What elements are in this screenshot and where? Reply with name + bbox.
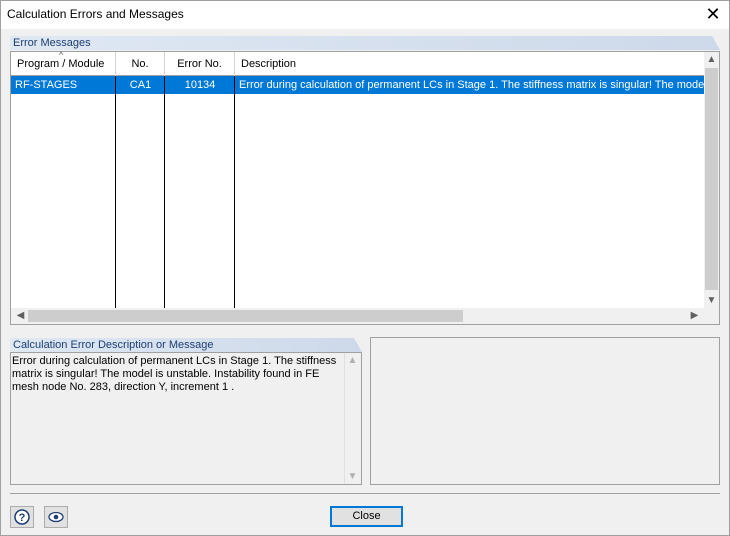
scroll-left-icon[interactable]: ◀: [13, 310, 28, 321]
error-description-text: Error during calculation of permanent LC…: [12, 355, 337, 393]
view-button[interactable]: [44, 506, 68, 528]
error-messages-header: Error Messages: [10, 36, 720, 50]
eye-icon: [48, 511, 64, 523]
scroll-down-icon[interactable]: ▼: [345, 471, 360, 482]
column-header-error-no[interactable]: Error No.: [165, 52, 235, 76]
column-header-program[interactable]: Program / Module ^: [11, 50, 116, 76]
window-title: Calculation Errors and Messages: [7, 7, 184, 21]
cell-no: CA1: [129, 79, 152, 91]
column-divider: [164, 76, 165, 308]
scroll-up-icon[interactable]: ▲: [704, 54, 719, 65]
error-messages-grid: Program / Module ^ No. Error No. Descrip…: [10, 50, 720, 325]
grid-header: Program / Module ^ No. Error No. Descrip…: [11, 50, 705, 76]
horizontal-scroll-thumb[interactable]: [28, 310, 463, 322]
column-header-description[interactable]: Description: [235, 52, 705, 76]
close-button[interactable]: Close: [330, 506, 403, 527]
dialog-window: Calculation Errors and Messages ✕ Error …: [0, 0, 730, 536]
scroll-down-icon[interactable]: ▼: [704, 295, 719, 306]
column-divider: [115, 76, 116, 308]
cell-error-no: 10134: [184, 79, 216, 91]
info-panel: [370, 337, 720, 485]
error-description-box: Error during calculation of permanent LC…: [10, 352, 362, 485]
close-icon[interactable]: ✕: [701, 3, 725, 25]
horizontal-scrollbar[interactable]: ◀ ▶: [11, 308, 719, 324]
scroll-up-icon[interactable]: ▲: [345, 355, 360, 366]
column-header-no[interactable]: No.: [116, 52, 165, 76]
description-scrollbar[interactable]: ▲ ▼: [344, 353, 361, 484]
help-button[interactable]: ?: [10, 506, 34, 528]
help-icon: ?: [14, 509, 30, 525]
column-divider: [234, 76, 235, 308]
cell-program: RF-STAGES: [15, 79, 78, 91]
vertical-scrollbar[interactable]: ▲ ▼: [704, 52, 719, 308]
divider: [10, 493, 720, 494]
title-bar: Calculation Errors and Messages ✕: [1, 1, 729, 29]
svg-text:?: ?: [19, 512, 26, 524]
cell-description: Error during calculation of permanent LC…: [239, 79, 705, 91]
scroll-right-icon[interactable]: ▶: [687, 310, 702, 321]
sort-ascending-icon: ^: [59, 50, 64, 60]
vertical-scroll-thumb[interactable]: [705, 68, 718, 290]
description-header: Calculation Error Description or Message: [10, 338, 362, 352]
